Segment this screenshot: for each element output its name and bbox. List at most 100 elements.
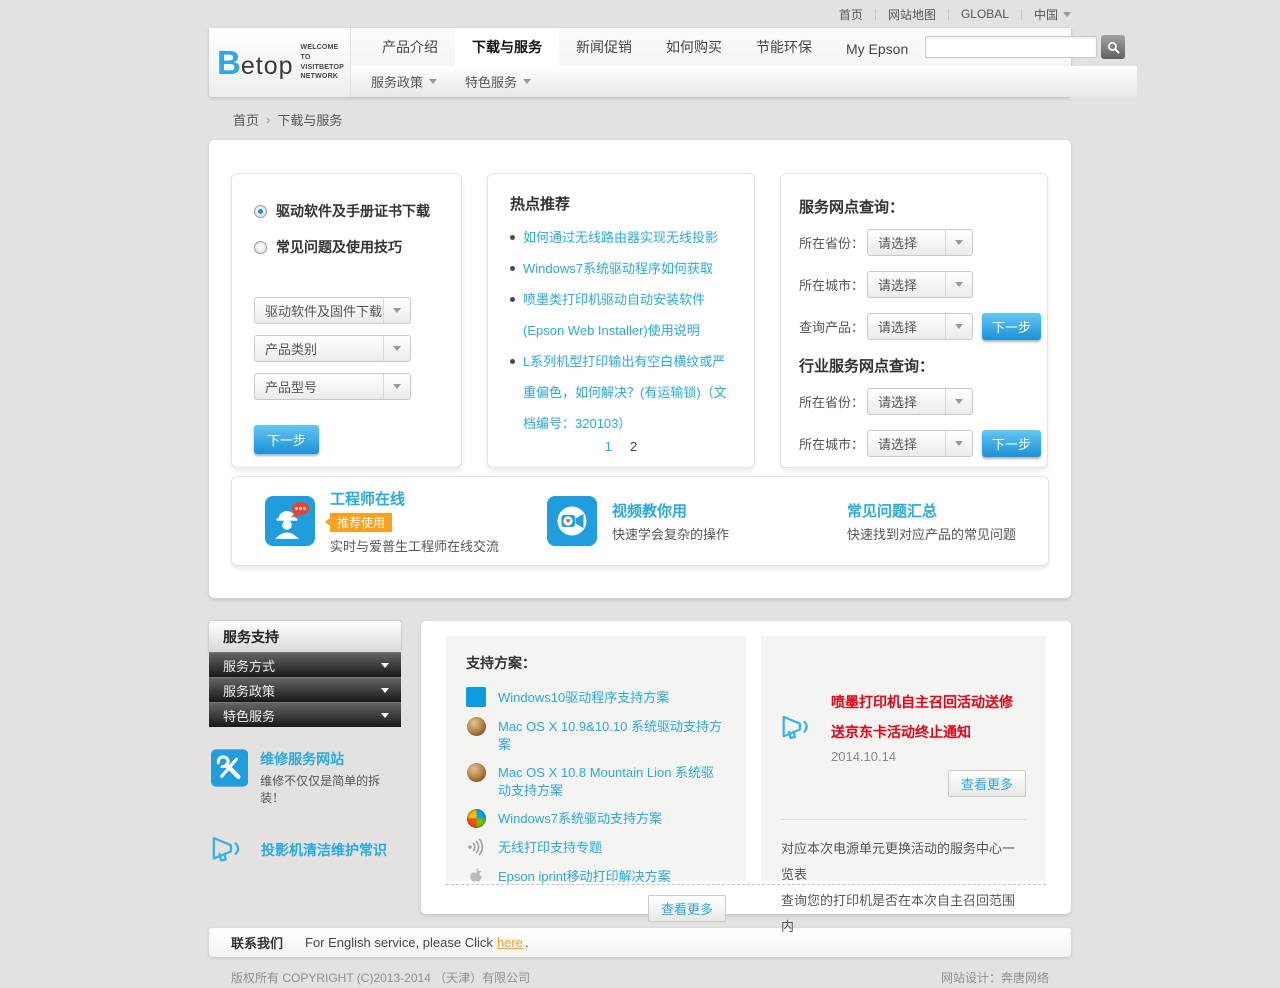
plan-link[interactable]: Epson iprint移动打印解决方案 (466, 866, 726, 886)
windows10-icon (466, 687, 486, 707)
radio-driver-download[interactable]: 驱动软件及手册证书下载 (254, 201, 439, 221)
notice-panel: 喷墨打印机自主召回活动送修 送京东卡活动终止通知 2014.10.14 查看更多… (761, 636, 1046, 881)
divider (781, 819, 1026, 820)
select-province[interactable]: 请选择 (867, 229, 973, 256)
video-tutorial-promo[interactable]: 视频教你用 快速学会复杂的操作 (547, 492, 847, 550)
download-next-button[interactable]: 下一步 (254, 425, 319, 454)
product-label: 查询产品： (799, 317, 867, 336)
promo-title: 常见问题汇总 (847, 500, 1016, 521)
megaphone-icon (781, 692, 817, 764)
hot-topic-link[interactable]: 如何通过无线路由器实现无线投影 (510, 222, 732, 253)
plan-link[interactable]: Mac OS X 10.9&10.10 系统驱动支持方案 (466, 716, 726, 753)
select-industry-province[interactable]: 请选择 (867, 388, 973, 415)
subnav-service-policy[interactable]: 服务政策 (371, 72, 437, 91)
plan-link[interactable]: Windows10驱动程序支持方案 (466, 687, 726, 707)
logo-tagline: WELCOME TO VISITBETOP NETWORK (301, 43, 345, 82)
plan-link[interactable]: 无线打印支持专题 (466, 837, 726, 857)
english-here-link[interactable]: here (497, 935, 523, 950)
engineer-online-promo[interactable]: 工程师在线 推荐使用 实时与爱普生工程师在线交流 (232, 492, 547, 550)
nav-area: 产品介绍 下载与服务 新闻促销 如何购买 节能环保 My Epson 服务政策 (351, 28, 1137, 97)
hot-topic-link[interactable]: L系列机型打印输出有空白横纹或严重偏色，如何解决？(有运输锁)（文档编号：320… (510, 346, 732, 439)
contact-us-link[interactable]: 联系我们 (231, 933, 283, 952)
hot-topics-title: 热点推荐 (510, 193, 732, 214)
select-product[interactable]: 请选择 (867, 313, 973, 340)
topbar-home-link[interactable]: 首页 (839, 6, 863, 23)
tab-my-epson[interactable]: My Epson (829, 32, 925, 66)
subnav-label: 服务政策 (371, 72, 423, 91)
tab-eco[interactable]: 节能环保 (739, 28, 829, 66)
radio-label: 驱动软件及手册证书下载 (276, 201, 430, 221)
plan-link[interactable]: Mac OS X 10.8 Mountain Lion 系统驱动支持方案 (466, 762, 726, 799)
chevron-down-icon (383, 336, 410, 361)
logo[interactable]: Betop WELCOME TO VISITBETOP NETWORK (209, 28, 351, 97)
promo-desc: 快速找到对应产品的常见问题 (847, 524, 1016, 543)
plans-more-button[interactable]: 查看更多 (648, 895, 726, 922)
promo-desc: 实时与爱普生工程师在线交流 (330, 536, 499, 555)
divider (875, 9, 876, 20)
topbar: 首页 网站地图 GLOBAL 中国 (209, 0, 1071, 28)
select-product-model[interactable]: 产品型号 (254, 373, 411, 400)
windows7-icon (466, 808, 486, 828)
faq-summary-promo[interactable]: 常见问题汇总 快速找到对应产品的常见问题 (847, 492, 1016, 550)
radio-faq-tips[interactable]: 常见问题及使用技巧 (254, 237, 439, 257)
tab-downloads-services[interactable]: 下载与服务 (455, 28, 559, 66)
search-input[interactable] (925, 36, 1097, 58)
breadcrumb: 首页 › 下载与服务 (209, 97, 1071, 140)
repair-service-link[interactable]: 维修服务网站 维修不仅仅是简单的拆装！ (209, 749, 401, 806)
page-2-link[interactable]: 2 (630, 439, 637, 454)
hot-topics-panel: 热点推荐 如何通过无线路由器实现无线投影 Windows7系统驱动程序如何获取 … (487, 173, 755, 468)
industry-province-label: 所在省份： (799, 392, 867, 411)
topbar-global-link[interactable]: GLOBAL (961, 7, 1009, 21)
hot-topic-link[interactable]: 喷墨类打印机驱动自动安装软件(Epson Web Installer)使用说明 (510, 284, 732, 346)
english-service-text: For English service, please Clickhere. (305, 935, 529, 950)
tab-news-promotions[interactable]: 新闻促销 (559, 28, 649, 66)
sidebar-item-service-methods[interactable]: 服务方式 (209, 652, 401, 677)
chevron-down-icon (383, 374, 410, 399)
subnav-special-service[interactable]: 特色服务 (465, 72, 531, 91)
main-nav: 产品介绍 下载与服务 新闻促销 如何购买 节能环保 My Epson (351, 28, 1137, 66)
sidebar-item-special-service[interactable]: 特色服务 (209, 702, 401, 727)
design-credit: 网站设计：奔唐网络 (941, 969, 1049, 986)
page: 首页 网站地图 GLOBAL 中国 Betop WELCOME TO VISIT… (209, 0, 1071, 986)
industry-next-button[interactable]: 下一步 (982, 430, 1041, 457)
select-industry-city[interactable]: 请选择 (867, 430, 973, 457)
chevron-down-icon (945, 389, 972, 414)
tab-products[interactable]: 产品介绍 (365, 28, 455, 66)
macos-mountain-lion-icon (466, 762, 486, 782)
copyright-row: 版权所有 COPYRIGHT (C)2013-2014 （天津）有限公司 网站设… (209, 957, 1071, 986)
wrench-icon (211, 749, 248, 787)
sidebar-item-label: 服务方式 (223, 656, 275, 675)
plan-link[interactable]: Windows7系统驱动支持方案 (466, 808, 726, 828)
region-selector[interactable]: 中国 (1034, 6, 1071, 23)
chevron-down-icon (429, 79, 437, 84)
breadcrumb-home-link[interactable]: 首页 (233, 110, 259, 129)
chevron-down-icon (381, 688, 389, 693)
page-1-link[interactable]: 1 (605, 439, 612, 454)
hot-topic-link[interactable]: Windows7系统驱动程序如何获取 (510, 253, 732, 284)
radio-unchecked-icon (254, 241, 267, 254)
copyright-text: 版权所有 COPYRIGHT (C)2013-2014 （天津）有限公司 (231, 969, 530, 986)
download-panel: 驱动软件及手册证书下载 常见问题及使用技巧 驱动软件及固件下载 产品类别 (231, 173, 462, 468)
select-download-type[interactable]: 驱动软件及固件下载 (254, 297, 411, 324)
tab-how-to-buy[interactable]: 如何购买 (649, 28, 739, 66)
subnav-label: 特色服务 (465, 72, 517, 91)
engineer-icon (265, 496, 315, 546)
promo-row: 工程师在线 推荐使用 实时与爱普生工程师在线交流 视频教你用 快速学会复杂的操作 (231, 476, 1049, 566)
service-query-title: 服务网点查询： (799, 196, 1029, 217)
search-button[interactable] (1101, 35, 1125, 59)
recall-notice-link[interactable]: 喷墨打印机自主召回活动送修 送京东卡活动终止通知 (831, 687, 1013, 747)
promo-title: 视频教你用 (612, 500, 729, 521)
main-card: 驱动软件及手册证书下载 常见问题及使用技巧 驱动软件及固件下载 产品类别 (209, 140, 1071, 598)
video-icon (547, 496, 597, 546)
service-next-button[interactable]: 下一步 (982, 313, 1041, 340)
divider (1021, 9, 1022, 20)
topbar-sitemap-link[interactable]: 网站地图 (888, 6, 936, 23)
select-value: 请选择 (868, 389, 945, 414)
logo-rest: etop (241, 52, 294, 80)
select-city[interactable]: 请选择 (867, 271, 973, 298)
region-label: 中国 (1034, 6, 1058, 23)
notice-more-button[interactable]: 查看更多 (948, 770, 1026, 797)
projector-maintenance-link[interactable]: 投影机清洁维护常识 (209, 834, 401, 866)
select-product-category[interactable]: 产品类别 (254, 335, 411, 362)
sidebar-item-service-policy[interactable]: 服务政策 (209, 677, 401, 702)
